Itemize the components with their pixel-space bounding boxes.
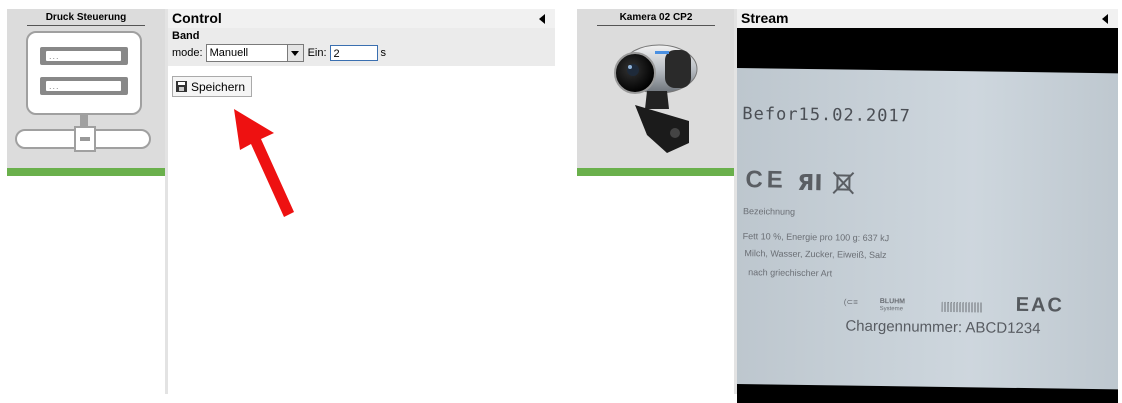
certification-marks-icon: ЯI: [797, 171, 855, 196]
device-tile-kamera[interactable]: Kamera 02 CP2: [577, 9, 735, 176]
mode-select-value: Manuell: [209, 47, 249, 59]
stream-frame-label: Befor15.02.2017 CE ЯI Bezeichnung Fett 1…: [737, 68, 1118, 390]
frame-eac-mark: EAC: [1015, 293, 1065, 317]
frame-text-line4: nach griechischer Art: [748, 267, 833, 279]
frame-marks-text: CE: [745, 166, 787, 194]
device-title: Druck Steuerung: [45, 12, 127, 23]
video-stream[interactable]: Befor15.02.2017 CE ЯI Bezeichnung Fett 1…: [737, 28, 1118, 403]
mode-label: mode:: [172, 47, 203, 59]
panel-title: Stream: [741, 10, 789, 26]
title-divider: [597, 25, 715, 26]
floppy-disk-icon: [176, 81, 187, 92]
title-divider: [27, 25, 145, 26]
frame-text-line3: Milch, Wasser, Zucker, Eiweiß, Salz: [744, 248, 887, 261]
frame-logo-subtext: Systeme: [879, 306, 904, 313]
frame-text-line1: Bezeichnung: [742, 206, 796, 217]
save-button-label: Speichern: [191, 79, 246, 94]
frame-date-text: Befor15.02.2017: [742, 104, 912, 127]
stream-panel: Stream Befor15.02.2017 CE ЯI Bezeichnung…: [734, 9, 1118, 403]
frame-charge-text: Chargennummer: ABCD1234: [845, 317, 1041, 338]
control-panel-header: Control: [168, 9, 555, 28]
svg-text:ЯI: ЯI: [797, 171, 822, 196]
panel-title: Control: [172, 10, 222, 26]
unit-label: s: [380, 47, 387, 59]
collapse-arrow-icon[interactable]: [539, 14, 545, 24]
ein-input[interactable]: 2: [329, 45, 378, 61]
server-icon: ... ...: [15, 31, 151, 157]
device-title: Kamera 02 CP2: [619, 12, 693, 23]
control-panel: Control Band mode: Manuell Ein: 2 s Spei…: [165, 9, 555, 394]
frame-logo-text: BLUHM: [879, 298, 906, 306]
collapse-arrow-icon[interactable]: [1102, 14, 1108, 24]
webcam-icon: [614, 44, 698, 153]
chevron-down-icon[interactable]: [286, 45, 303, 61]
frame-logo-icon: (⊂≡: [843, 297, 858, 307]
band-group: Band mode: Manuell Ein: 2 s: [168, 28, 555, 66]
ein-label: Ein:: [307, 47, 327, 59]
save-button[interactable]: Speichern: [172, 76, 253, 97]
red-arrow-annotation: [234, 109, 294, 217]
band-title: Band: [172, 30, 200, 42]
device-tile-druck-steuerung[interactable]: Druck Steuerung ... ...: [7, 9, 165, 176]
frame-text-line2: Fett 10 %, Energie pro 100 g: 637 kJ: [742, 231, 890, 244]
mode-select[interactable]: Manuell: [205, 44, 304, 62]
barcode-graphic: [941, 301, 982, 313]
stream-panel-header: Stream: [737, 9, 1118, 28]
